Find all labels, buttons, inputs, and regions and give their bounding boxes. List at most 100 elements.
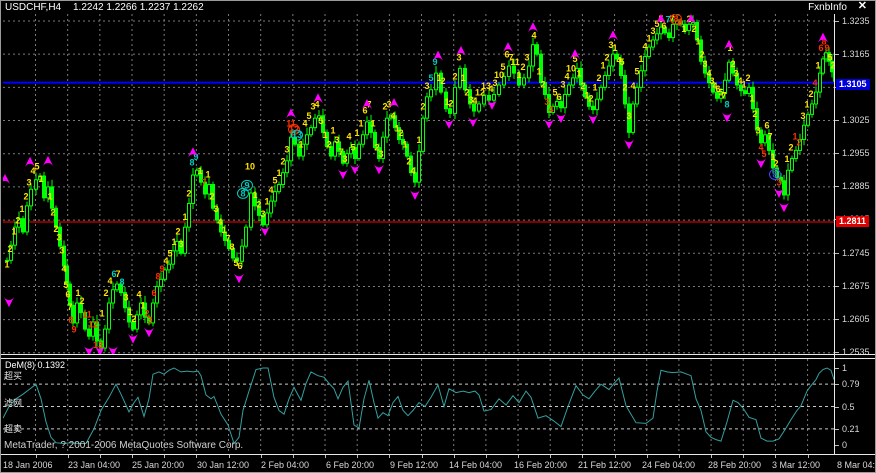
candle-body	[498, 85, 501, 94]
time-axis-tick	[743, 455, 744, 458]
dem-axis-label: 0.5	[842, 402, 855, 412]
count-number-label: 1	[815, 60, 820, 70]
candle-body	[274, 192, 277, 201]
count-number-label: 4	[548, 104, 553, 114]
candle-body	[783, 181, 786, 195]
candle-body	[493, 94, 496, 100]
count-number-label: 3	[284, 144, 289, 154]
count-number-label: 5	[34, 161, 39, 171]
count-number-label: 4	[136, 289, 141, 299]
bid-price-marker: 1.3105	[836, 79, 870, 90]
count-number-label: 3	[524, 52, 529, 62]
candle-body	[488, 95, 491, 100]
candle-body	[648, 47, 651, 56]
candle-body	[286, 161, 289, 173]
count-number-label: 1	[38, 174, 43, 184]
candle-body	[822, 59, 825, 73]
candle-body	[656, 34, 659, 40]
candle-body	[652, 40, 655, 47]
time-axis-label: 14 Feb 04:00	[449, 460, 502, 470]
count-number-label: 1	[638, 54, 643, 64]
down-arrow-icon	[4, 297, 14, 307]
up-arrow-icon	[43, 156, 53, 166]
candle-body	[108, 303, 111, 329]
candle-body	[422, 118, 425, 151]
count-number-label: 1	[4, 259, 9, 269]
time-axis-tick	[357, 455, 358, 458]
count-number-label: 1	[402, 140, 407, 150]
count-number-label: 11	[510, 57, 520, 67]
count-number-label: 3	[147, 315, 152, 325]
time-axis-tick	[325, 455, 326, 458]
count-number-label: 4	[268, 185, 273, 195]
count-number-label: 2	[596, 73, 601, 83]
time-axis-label: 18 Jan 2006	[3, 460, 53, 470]
count-number-label: 3	[378, 149, 383, 159]
candle-body	[688, 24, 691, 30]
down-arrow-icon	[588, 114, 598, 124]
count-number-label: 8	[229, 242, 234, 252]
count-number-label: 10	[245, 161, 255, 171]
count-number-label: 4	[61, 264, 66, 274]
up-arrow-icon	[3, 174, 10, 184]
close-icon[interactable]: ✕	[858, 0, 867, 13]
time-axis: 18 Jan 200623 Jan 04:0025 Jan 20:0030 Ja…	[1, 455, 876, 473]
count-number-label: 2	[326, 140, 331, 150]
price-axis: 1.32351.31651.30951.30251.29551.28851.28…	[835, 14, 876, 354]
time-axis-label: 25 Jan 20:00	[132, 460, 184, 470]
price-axis-tick	[835, 352, 839, 353]
count-number-label: 9	[244, 180, 249, 190]
count-number-label: 3	[800, 111, 805, 121]
candle-body	[426, 97, 429, 118]
price-axis-label: 1.2675	[842, 281, 870, 291]
time-axis-label: 28 Feb 20:00	[708, 460, 761, 470]
dem-axis-label: 0.79	[842, 379, 860, 389]
count-number-label: 1	[784, 154, 789, 164]
candle-body	[278, 185, 281, 192]
count-number-label: 4	[314, 100, 319, 110]
count-number-label: 2	[604, 52, 609, 62]
candle-body	[112, 290, 115, 303]
count-number-label: 3	[178, 239, 183, 249]
price-axis-tick	[835, 153, 839, 154]
count-number-label: 2	[752, 109, 757, 119]
count-number-label: 5	[350, 142, 355, 152]
candle-body	[523, 78, 526, 85]
time-axis-tick	[775, 455, 776, 458]
candle-body	[811, 104, 814, 114]
count-number-label: 3	[213, 204, 218, 214]
count-number-label: 2	[773, 159, 778, 169]
count-number-label: 12	[88, 320, 98, 330]
time-axis-tick	[100, 455, 101, 458]
time-axis-tick	[293, 455, 294, 458]
count-number-label: 8	[119, 277, 124, 287]
count-number-label: 1	[276, 168, 281, 178]
price-axis-tick	[835, 120, 839, 121]
candle-body	[560, 102, 563, 108]
candle-body	[644, 57, 647, 71]
filter-label: 滤网	[4, 396, 22, 409]
down-arrow-icon	[624, 139, 634, 149]
dem-axis-tick	[835, 445, 839, 446]
count-number-label: 1	[416, 135, 421, 145]
count-number-label: 2	[448, 98, 453, 108]
count-number-label: 6	[151, 288, 156, 298]
count-number-label: 2	[175, 226, 180, 236]
candle-body	[632, 104, 635, 132]
count-number-label: 7	[67, 302, 72, 312]
count-number-label: 1	[749, 94, 754, 104]
count-number-label: 1	[182, 212, 187, 222]
candle-body	[366, 122, 369, 135]
candle-body	[528, 66, 531, 78]
down-arrow-icon	[338, 169, 348, 179]
count-number-label: 1	[370, 119, 375, 129]
candle-body	[795, 150, 798, 158]
count-number-label: 3	[776, 177, 781, 187]
candle-body	[362, 135, 365, 144]
candle-body	[270, 201, 273, 213]
count-number-label: 2	[280, 157, 285, 167]
main-price-chart[interactable]: 1212123451122334567891211121312467831241…	[3, 14, 834, 354]
count-number-label: 3	[26, 177, 31, 187]
candle-body	[449, 109, 452, 114]
candle-body	[508, 66, 511, 76]
